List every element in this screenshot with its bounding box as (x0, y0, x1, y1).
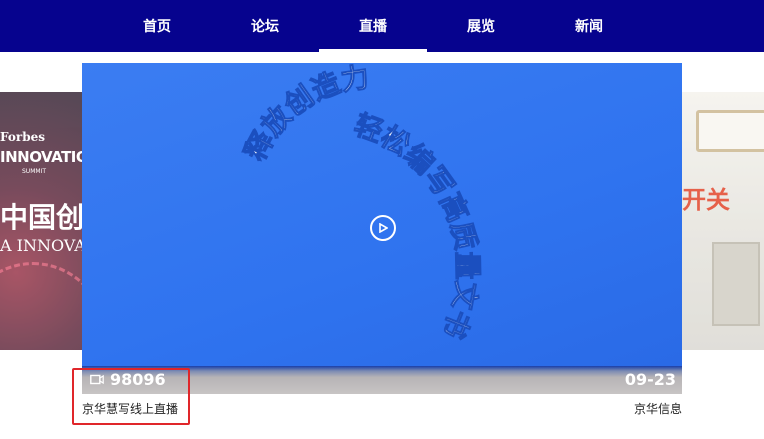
slide-brand-logo: Forbes (0, 130, 45, 144)
cover-line-1: 释放创造力 (238, 63, 372, 167)
nav-home[interactable]: 首页 (103, 0, 211, 52)
slide-tag: 开关 (682, 186, 730, 214)
video-date: 09-23 (624, 370, 676, 389)
carousel-prev-slide[interactable]: Forbes INNOVATION SUMMIT 中国创 A INNOVA (0, 92, 82, 350)
nav-news[interactable]: 新闻 (535, 0, 643, 52)
door-image (712, 242, 760, 326)
highlight-box (72, 368, 190, 425)
play-icon[interactable] (370, 215, 396, 241)
top-nav: 首页 论坛 直播 展览 新闻 (0, 0, 764, 52)
slide-innovation-text: INNOVATION (0, 148, 82, 166)
live-video-cover[interactable]: 释放创造力 轻松编写高质量文书 (82, 63, 682, 366)
video-publisher: 京华信息 (634, 402, 683, 416)
decorative-ring (0, 262, 82, 350)
ceiling-lamp-image (696, 110, 764, 152)
nav-forum[interactable]: 论坛 (211, 0, 319, 52)
svg-text:释放创造力: 释放创造力 (238, 63, 371, 166)
carousel-next-slide[interactable]: 开关 (682, 92, 764, 350)
nav-live[interactable]: 直播 (319, 0, 427, 52)
slide-headline: 中国创 (0, 201, 82, 234)
slide-subheadline: A INNOVA (0, 236, 82, 255)
slide-summit-text: SUMMIT (22, 168, 46, 175)
nav-exhibition[interactable]: 展览 (427, 0, 535, 52)
